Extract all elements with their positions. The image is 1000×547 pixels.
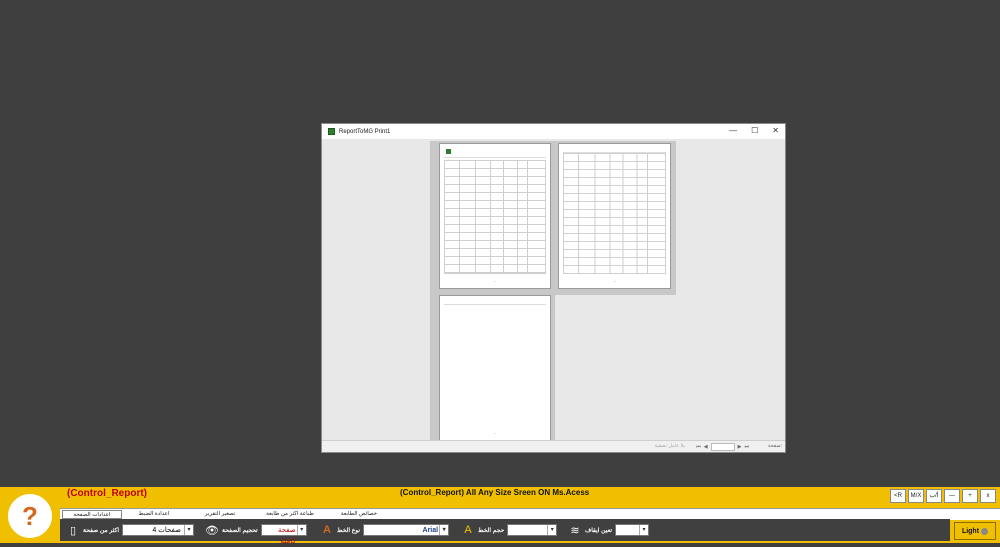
- tab-multi-printer[interactable]: طباعة اكثر من طابعة: [256, 510, 324, 519]
- filter-status[interactable]: بلا عامل تصفية: [654, 443, 685, 449]
- preview-page-3[interactable]: —: [439, 295, 551, 441]
- stack-icon: ≋: [570, 524, 580, 537]
- panel-maximize-button[interactable]: +: [962, 489, 978, 503]
- report-window: ReportToMG Print1 — ☐ ✕ — — — بلا عامل ت…: [321, 123, 786, 453]
- close-button[interactable]: ✕: [772, 126, 779, 135]
- zoom-select[interactable]: صفحة كاملة ▾: [260, 524, 307, 545]
- font-option: A نوع الخط Arial ▾: [320, 522, 450, 538]
- font-type-icon: A: [323, 524, 331, 536]
- pages-value: 4 صفحات: [152, 527, 181, 534]
- control-title-center: (Control_Report) All Any Size Sreen ON M…: [400, 488, 590, 497]
- window-titlebar[interactable]: ReportToMG Print1 — ☐ ✕: [322, 124, 785, 139]
- tab-reset[interactable]: اعدادة الضبط: [124, 510, 184, 519]
- tab-shrink-report[interactable]: تصغير التقرير: [188, 510, 252, 519]
- font-size-option: A حجم الخط ▾: [461, 522, 558, 538]
- print-preview-area[interactable]: — — —: [322, 139, 785, 443]
- preview-page-1[interactable]: —: [439, 143, 551, 289]
- help-icon[interactable]: ?: [5, 491, 55, 541]
- view-label: تحجيم الصفحة: [222, 527, 258, 534]
- bulb-icon: [981, 527, 989, 535]
- zoom-value: صفحة كاملة: [277, 527, 296, 545]
- preview-page-2[interactable]: —: [558, 143, 671, 289]
- record-navigation-bar: بلا عامل تصفية ⏮ ◀ ▶ ⏭ صفحة:: [322, 440, 785, 452]
- chevron-down-icon[interactable]: ▾: [439, 525, 448, 535]
- control-title-left: (Control_Report): [67, 488, 147, 499]
- chevron-down-icon[interactable]: ▾: [639, 525, 648, 535]
- page-number-input[interactable]: [710, 443, 735, 451]
- prev-page-icon[interactable]: ◀: [704, 444, 708, 450]
- page-label: صفحة:: [767, 443, 782, 449]
- stop-option: ≋ تعين ايقاف ▾: [568, 522, 650, 538]
- panel-close-button[interactable]: x: [980, 489, 996, 503]
- panel-mx-button[interactable]: M/X: [908, 489, 924, 503]
- panel-r-button[interactable]: <R: [890, 489, 906, 503]
- panel-window-buttons: <R M/X أ/ب — + x: [890, 489, 996, 503]
- pages-select[interactable]: 4 صفحات ▾: [121, 524, 194, 536]
- chevron-down-icon[interactable]: ▾: [296, 525, 306, 535]
- tab-page-settings[interactable]: اعدادات الصفحة: [62, 510, 122, 519]
- font-size-select[interactable]: ▾: [507, 524, 558, 536]
- panel-minimize-button[interactable]: —: [944, 489, 960, 503]
- last-page-icon[interactable]: ⏭: [744, 444, 749, 450]
- font-size-icon: A: [464, 524, 472, 536]
- first-page-icon[interactable]: ⏮: [696, 444, 701, 450]
- font-select[interactable]: Arial ▾: [363, 524, 450, 536]
- font-label: نوع الخط: [337, 527, 361, 534]
- pages-option: ▯ اكثر من صفحة 4 صفحات ▾: [66, 522, 194, 538]
- view-option: 👁 تحجيم الصفحة صفحة كاملة ▾: [205, 522, 307, 545]
- chevron-down-icon[interactable]: ▾: [183, 525, 193, 535]
- panel-ab-button[interactable]: أ/ب: [926, 489, 942, 503]
- eye-icon: 👁: [205, 524, 219, 537]
- font-value: Arial: [422, 527, 439, 534]
- window-title: ReportToMG Print1: [339, 128, 391, 135]
- stop-select[interactable]: ▾: [615, 524, 650, 536]
- control-title-bar: (Control_Report) (Control_Report) All An…: [0, 487, 1000, 501]
- stop-label: تعين ايقاف: [585, 527, 613, 534]
- chevron-down-icon[interactable]: ▾: [547, 525, 556, 535]
- access-report-icon: [328, 128, 335, 135]
- tab-printer-properties[interactable]: خصائص الطابعة: [328, 510, 390, 519]
- light-theme-button[interactable]: Light: [954, 522, 996, 540]
- next-page-icon[interactable]: ▶: [738, 444, 742, 450]
- minimize-button[interactable]: —: [729, 126, 737, 135]
- maximize-button[interactable]: ☐: [751, 126, 758, 135]
- font-size-label: حجم الخط: [478, 527, 505, 534]
- pages-label: اكثر من صفحة: [83, 527, 119, 534]
- light-label: Light: [961, 527, 980, 535]
- multi-page-icon: ▯: [69, 524, 77, 537]
